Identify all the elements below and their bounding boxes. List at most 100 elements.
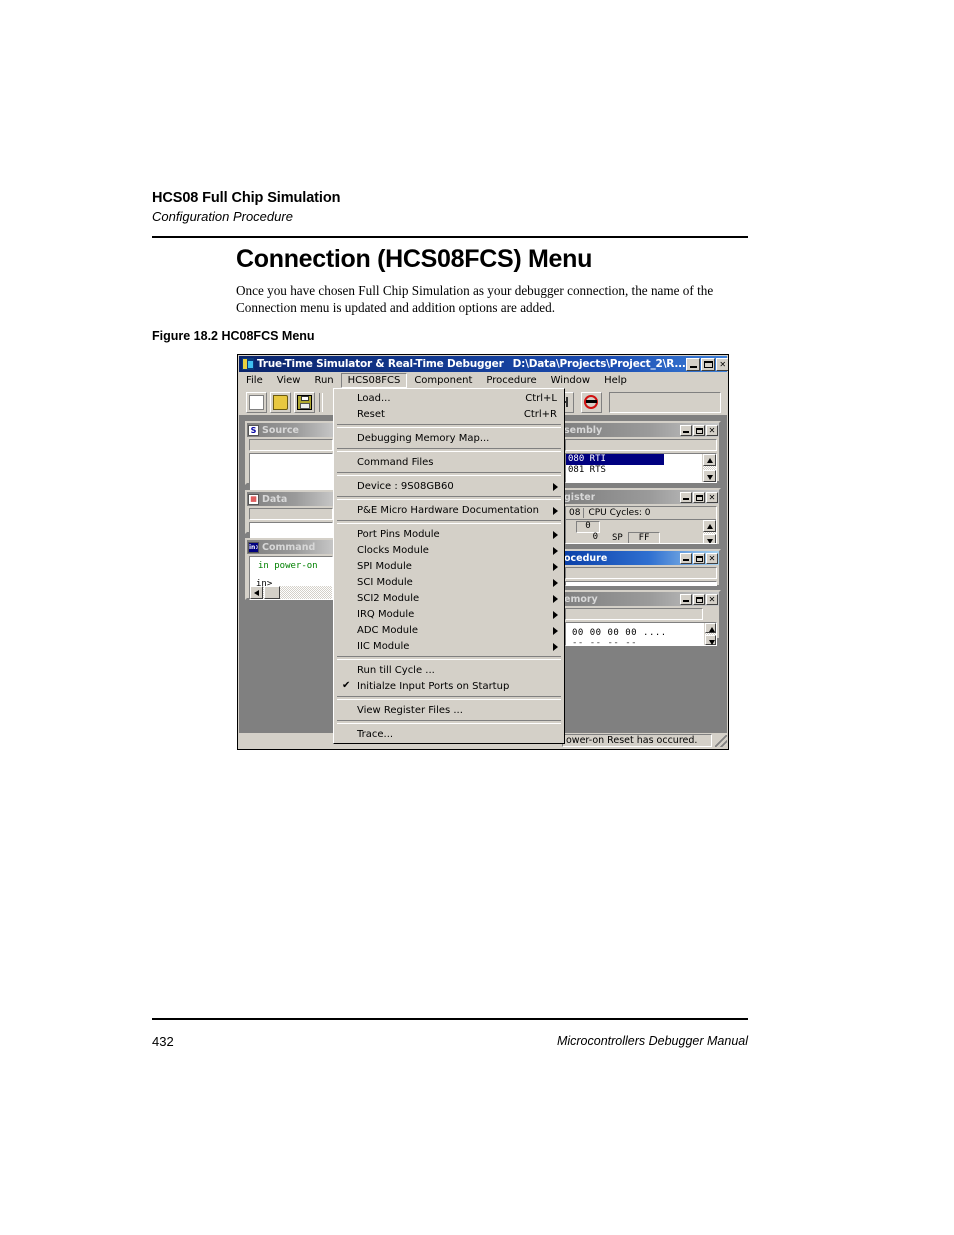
data-titlebar[interactable]: ▦ Data xyxy=(247,492,335,506)
assembly-close-icon[interactable]: ✕ xyxy=(706,424,718,436)
menu-item-view-register-files[interactable]: View Register Files ... xyxy=(335,702,563,718)
new-file-icon xyxy=(249,395,264,410)
menu-separator xyxy=(337,496,561,500)
menu-item-trace[interactable]: Trace... xyxy=(335,726,563,742)
menu-help[interactable]: Help xyxy=(597,373,634,388)
menu-item-sci2-module[interactable]: SCI2 Module xyxy=(335,590,563,606)
resize-grip-icon[interactable] xyxy=(715,734,727,747)
window-title: True-Time Simulator & Real-Time Debugger xyxy=(257,358,504,370)
assembly-minimize-button[interactable] xyxy=(680,424,692,436)
data-toolbar xyxy=(249,508,333,520)
register-value-hx: 0 xyxy=(592,532,598,542)
menu-item-port-pins-module[interactable]: Port Pins Module xyxy=(335,526,563,542)
assembly-vscrollbar[interactable] xyxy=(702,454,716,482)
memory-minimize-button[interactable] xyxy=(680,593,692,605)
register-content[interactable]: 08 CPU Cycles: 0 0 0 SP FF 68 Status VHI… xyxy=(565,506,717,544)
command-window: in> Command in power-on in> xyxy=(245,538,337,600)
minimize-button[interactable] xyxy=(685,357,700,371)
menu-item-initialze-input-ports-on-startup[interactable]: ✔ Initialze Input Ports on Startup xyxy=(335,678,563,694)
scroll-down-arrow-icon[interactable] xyxy=(703,534,716,543)
procedure-close-icon[interactable]: ✕ xyxy=(706,552,718,564)
procedure-minimize-button[interactable] xyxy=(680,552,692,564)
toolbar-combo-area[interactable] xyxy=(609,392,721,413)
menu-item-irq-module[interactable]: IRQ Module xyxy=(335,606,563,622)
open-file-button[interactable] xyxy=(270,392,291,413)
body-paragraph: Once you have chosen Full Chip Simulatio… xyxy=(236,283,714,315)
scroll-up-arrow-icon[interactable] xyxy=(703,520,716,532)
memory-titlebar[interactable]: emory ✕ xyxy=(563,592,719,606)
menu-file[interactable]: File xyxy=(239,373,270,388)
menu-component[interactable]: Component xyxy=(407,373,479,388)
menu-item-run-till-cycle[interactable]: Run till Cycle ... xyxy=(335,662,563,678)
menu-separator xyxy=(337,448,561,452)
register-maximize-button[interactable] xyxy=(693,491,705,503)
menu-view[interactable]: View xyxy=(270,373,308,388)
menu-item-command-files-label: Command Files xyxy=(357,456,434,468)
command-titlebar[interactable]: in> Command xyxy=(247,540,335,554)
scroll-up-arrow-icon[interactable] xyxy=(703,454,716,466)
menu-item-adc-module[interactable]: ADC Module xyxy=(335,622,563,638)
menu-item-device[interactable]: Device : 9S08GB60 xyxy=(335,478,563,494)
menu-separator xyxy=(337,656,561,660)
menu-item-iic-module[interactable]: IIC Module xyxy=(335,638,563,654)
register-value-sp[interactable]: FF xyxy=(628,532,660,543)
window-title-path: D:\Data\Projects\Project_2\R... xyxy=(512,358,686,370)
register-window-buttons: ✕ xyxy=(680,491,719,503)
menu-item-pe-micro-hardware-documentation[interactable]: P&E Micro Hardware Documentation xyxy=(335,502,563,518)
menu-hcs08fcs[interactable]: HCS08FCS xyxy=(340,373,408,388)
menu-item-command-files[interactable]: Command Files xyxy=(335,454,563,470)
reset-target-button[interactable] xyxy=(581,392,602,413)
scroll-up-arrow-icon[interactable] xyxy=(705,623,716,633)
register-window-title: gister xyxy=(564,491,596,503)
memory-vscrollbar[interactable] xyxy=(704,623,716,645)
menu-item-irq-module-label: IRQ Module xyxy=(357,608,415,620)
assembly-maximize-button[interactable] xyxy=(693,424,705,436)
procedure-window-buttons: ✕ xyxy=(680,552,719,564)
menu-item-pe-micro-hardware-documentation-label: P&E Micro Hardware Documentation xyxy=(357,504,539,516)
procedure-content[interactable] xyxy=(565,581,717,586)
assembly-line-selected[interactable]: 080 RTI xyxy=(566,454,664,465)
menu-run[interactable]: Run xyxy=(307,373,340,388)
menu-item-reset[interactable]: Reset Ctrl+R xyxy=(335,406,563,422)
menu-item-load-label: Load... xyxy=(357,392,391,404)
menu-item-device-label: Device : 9S08GB60 xyxy=(357,480,454,492)
menu-item-debugging-memory-map[interactable]: Debugging Memory Map... xyxy=(335,430,563,446)
menu-item-debugging-memory-map-label: Debugging Memory Map... xyxy=(357,432,490,444)
assembly-titlebar[interactable]: sembly ✕ xyxy=(563,423,719,437)
menu-item-sci-module[interactable]: SCI Module xyxy=(335,574,563,590)
procedure-maximize-button[interactable] xyxy=(693,552,705,564)
close-icon[interactable]: ✕ xyxy=(715,357,728,371)
menu-item-adc-module-label: ADC Module xyxy=(357,624,419,636)
memory-content[interactable]: 00 00 00 00 .... -- -- -- -- xyxy=(565,622,717,646)
scroll-down-arrow-icon[interactable] xyxy=(703,470,716,482)
menu-item-load[interactable]: Load... Ctrl+L xyxy=(335,390,563,406)
source-content[interactable] xyxy=(249,453,333,493)
menu-procedure[interactable]: Procedure xyxy=(479,373,543,388)
memory-maximize-button[interactable] xyxy=(693,593,705,605)
menu-item-run-till-cycle-label: Run till Cycle ... xyxy=(357,664,435,676)
source-titlebar[interactable]: S Source xyxy=(247,423,335,437)
command-hscrollbar[interactable] xyxy=(250,586,332,599)
procedure-titlebar[interactable]: ocedure ✕ xyxy=(563,551,719,565)
scroll-left-arrow-icon[interactable] xyxy=(250,586,263,599)
register-close-icon[interactable]: ✕ xyxy=(706,491,718,503)
submenu-arrow-icon xyxy=(553,507,558,515)
new-file-button[interactable] xyxy=(246,392,267,413)
save-file-button[interactable] xyxy=(294,392,315,413)
register-titlebar[interactable]: gister ✕ xyxy=(563,490,719,504)
menu-item-sci-module-label: SCI Module xyxy=(357,576,413,588)
command-content[interactable]: in power-on in> xyxy=(249,556,333,600)
memory-close-icon[interactable]: ✕ xyxy=(706,593,718,605)
assembly-content[interactable]: 080 RTI 081 RTS xyxy=(565,453,717,483)
command-hscroll-thumb[interactable] xyxy=(264,586,280,599)
register-minimize-button[interactable] xyxy=(680,491,692,503)
register-vscrollbar[interactable] xyxy=(702,520,716,543)
scroll-down-arrow-icon[interactable] xyxy=(705,635,716,645)
menu-item-clocks-module[interactable]: Clocks Module xyxy=(335,542,563,558)
maximize-button[interactable] xyxy=(700,357,715,371)
assembly-line[interactable]: 081 RTS xyxy=(566,465,716,476)
menu-item-spi-module[interactable]: SPI Module xyxy=(335,558,563,574)
submenu-arrow-icon xyxy=(553,643,558,651)
toolbar-separator-1 xyxy=(319,393,323,412)
menu-window[interactable]: Window xyxy=(544,373,597,388)
